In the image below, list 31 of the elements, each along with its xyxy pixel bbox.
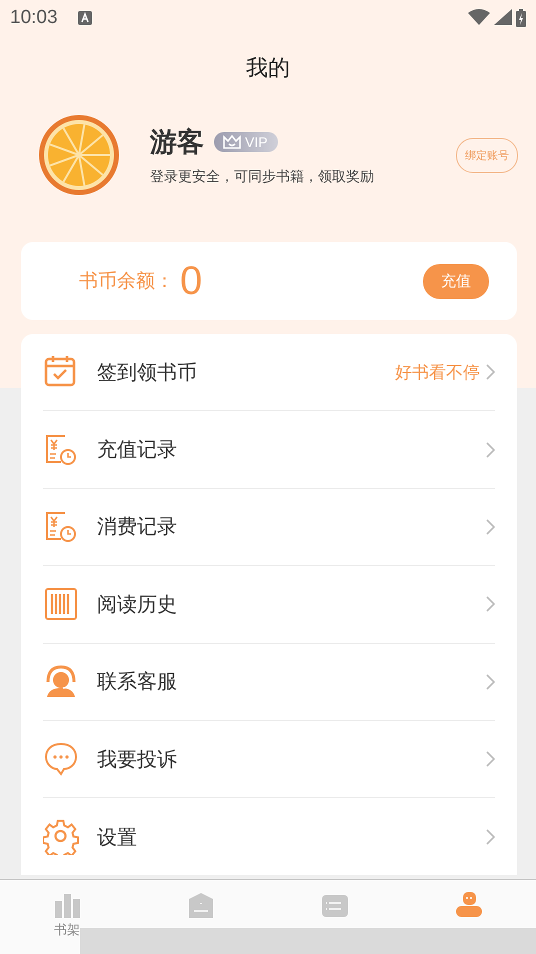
- chevron-icon: [486, 442, 495, 458]
- settings-icon: [43, 819, 79, 856]
- chevron-icon: [486, 364, 495, 380]
- chevron-icon: [486, 596, 495, 612]
- menu-item[interactable]: 充值记录: [43, 411, 495, 489]
- chevron-icon: [486, 829, 495, 846]
- menu-item[interactable]: 签到领书币 好书看不停: [43, 334, 495, 412]
- battery-icon: [516, 9, 526, 27]
- menu-item[interactable]: 阅读历史: [43, 566, 495, 644]
- menu-item[interactable]: 我要投诉: [43, 720, 495, 798]
- login-hint: 登录更安全，可同步书籍，领取奖励: [150, 168, 375, 186]
- balance-label: 书币余额：: [79, 269, 174, 294]
- chevron-icon: [486, 751, 495, 768]
- house-icon: [187, 891, 215, 919]
- bar-chart-icon: [53, 891, 81, 919]
- vip-badge: VIP: [214, 132, 278, 152]
- signal-icon: [494, 9, 512, 25]
- user-name: 游客: [150, 126, 204, 160]
- chevron-icon: [486, 518, 495, 535]
- menu-item[interactable]: 联系客服: [43, 644, 495, 721]
- page-title: 我的: [246, 55, 290, 83]
- book-spines-icon: [43, 586, 79, 622]
- balance-value: 0: [180, 258, 204, 304]
- person-icon: [455, 891, 483, 919]
- chat-bubble-icon: [43, 741, 79, 778]
- keyboard-icon: [78, 11, 92, 25]
- status-time: 10:03: [10, 7, 58, 29]
- chevron-icon: [486, 674, 495, 690]
- wifi-icon: [468, 9, 490, 25]
- menu-item[interactable]: 消费记录: [43, 488, 495, 566]
- menu-item[interactable]: 设置: [43, 798, 495, 876]
